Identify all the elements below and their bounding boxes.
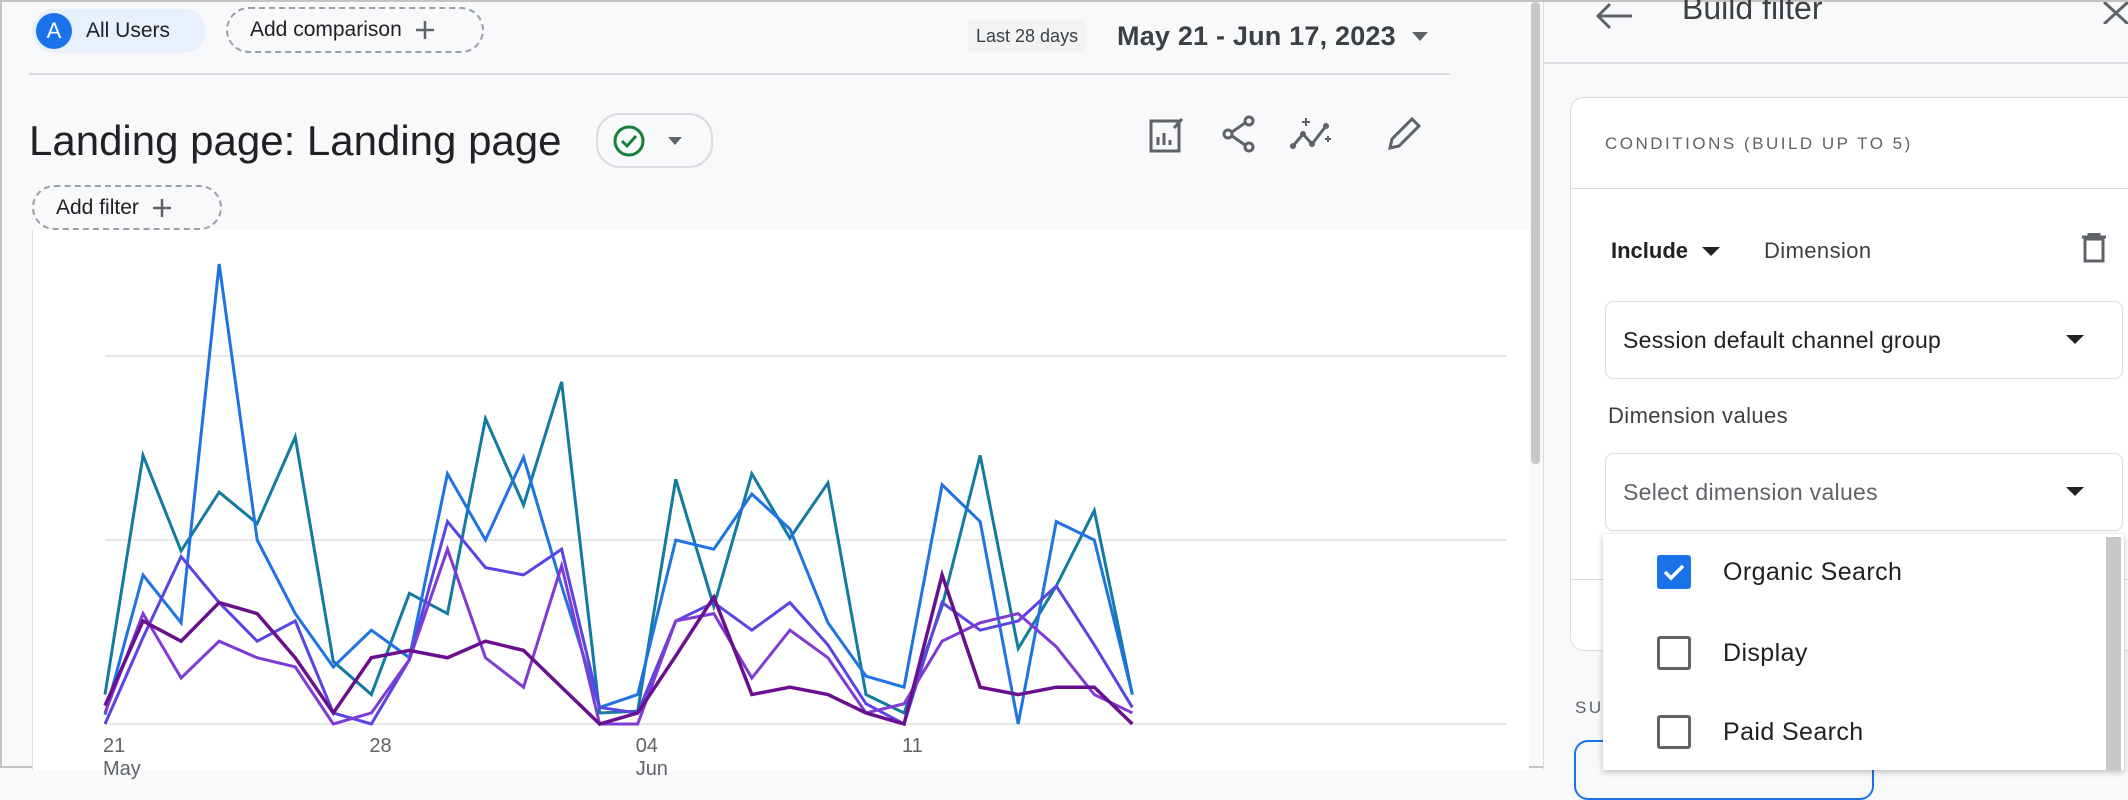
checkbox-unchecked[interactable] xyxy=(1657,636,1691,670)
x-tick-label: 11 xyxy=(902,735,923,757)
option-label: Paid Search xyxy=(1723,717,1864,746)
x-tick-sublabel: Jun xyxy=(635,758,668,780)
dimension-select[interactable]: Session default channel group xyxy=(1605,301,2123,379)
add-comparison-label: Add comparison xyxy=(250,18,402,41)
include-dropdown[interactable]: Include xyxy=(1611,238,1721,264)
date-range-picker[interactable]: May 21 - Jun 17, 2023 xyxy=(1117,16,1428,56)
header-divider xyxy=(29,73,1450,75)
option-label: Display xyxy=(1723,638,1808,667)
dimension-values-label: Dimension values xyxy=(1608,403,1789,428)
include-label: Include xyxy=(1611,238,1689,263)
segment-chip-all-users[interactable]: A All Users xyxy=(32,9,206,53)
page-title: Landing page: Landing page xyxy=(29,117,562,164)
add-filter-label: Add filter xyxy=(56,195,139,219)
option-display[interactable]: Display xyxy=(1603,618,2103,688)
summary-heading: SU xyxy=(1575,698,1604,717)
add-filter-button[interactable]: Add filter xyxy=(32,185,222,230)
conditions-heading: CONDITIONS (BUILD UP TO 5) xyxy=(1605,134,1913,153)
series-line-1[interactable] xyxy=(103,381,1134,716)
card-divider xyxy=(1571,188,2128,189)
panel-title: Build filter xyxy=(1682,0,1823,26)
panel-header-divider xyxy=(1544,62,2128,64)
series-line-2[interactable] xyxy=(103,263,1134,725)
report-status-dropdown[interactable] xyxy=(596,113,713,168)
checkbox-checked[interactable] xyxy=(1657,555,1691,589)
dimension-values-menu: Organic Search Display Paid Search xyxy=(1603,534,2124,770)
series-line-4[interactable] xyxy=(103,544,1134,726)
trash-icon[interactable] xyxy=(2081,233,2107,263)
x-tick-label: 21 xyxy=(103,735,126,757)
dimension-select-value: Session default channel group xyxy=(1623,326,1942,353)
insights-icon[interactable] xyxy=(1290,114,1334,154)
caret-down-icon xyxy=(1702,246,1721,256)
plus-icon xyxy=(151,197,173,219)
customize-report-icon[interactable] xyxy=(1148,116,1186,154)
menu-scrollbar[interactable] xyxy=(2106,537,2121,770)
date-range-text: May 21 - Jun 17, 2023 xyxy=(1117,20,1396,51)
option-paid-search[interactable]: Paid Search xyxy=(1603,697,2103,767)
edit-icon[interactable] xyxy=(1384,114,1424,154)
date-preset-badge: Last 28 days xyxy=(968,20,1087,52)
checkbox-unchecked[interactable] xyxy=(1657,715,1691,749)
back-arrow-icon[interactable] xyxy=(1594,2,1634,32)
share-icon[interactable] xyxy=(1220,114,1258,154)
x-tick-sublabel: May xyxy=(103,758,141,780)
add-comparison-button[interactable]: Add comparison xyxy=(226,7,484,53)
line-chart xyxy=(103,263,1507,727)
segment-label: All Users xyxy=(86,19,171,42)
caret-down-icon xyxy=(668,136,682,145)
dimension-values-select[interactable]: Select dimension values xyxy=(1605,453,2123,531)
x-tick-label: 28 xyxy=(369,735,392,757)
caret-down-icon xyxy=(1411,31,1428,41)
dimension-label: Dimension xyxy=(1764,238,1872,263)
segment-avatar: A xyxy=(36,13,72,49)
page-scrollbar[interactable] xyxy=(1531,2,1540,464)
close-icon[interactable] xyxy=(2102,2,2128,24)
chart-panel: 21 May 28 04 Jun 11 xyxy=(32,230,1529,780)
caret-down-icon xyxy=(2066,335,2084,344)
option-label: Organic Search xyxy=(1723,557,1903,586)
dimension-values-placeholder: Select dimension values xyxy=(1623,478,1878,505)
check-circle-icon xyxy=(612,124,646,158)
plus-icon xyxy=(414,19,436,41)
x-tick-label: 04 xyxy=(635,735,658,757)
option-organic-search[interactable]: Organic Search xyxy=(1603,537,2103,607)
caret-down-icon xyxy=(2066,487,2084,496)
build-filter-panel: Build filter CONDITIONS (BUILD UP TO 5) … xyxy=(1543,0,2128,800)
